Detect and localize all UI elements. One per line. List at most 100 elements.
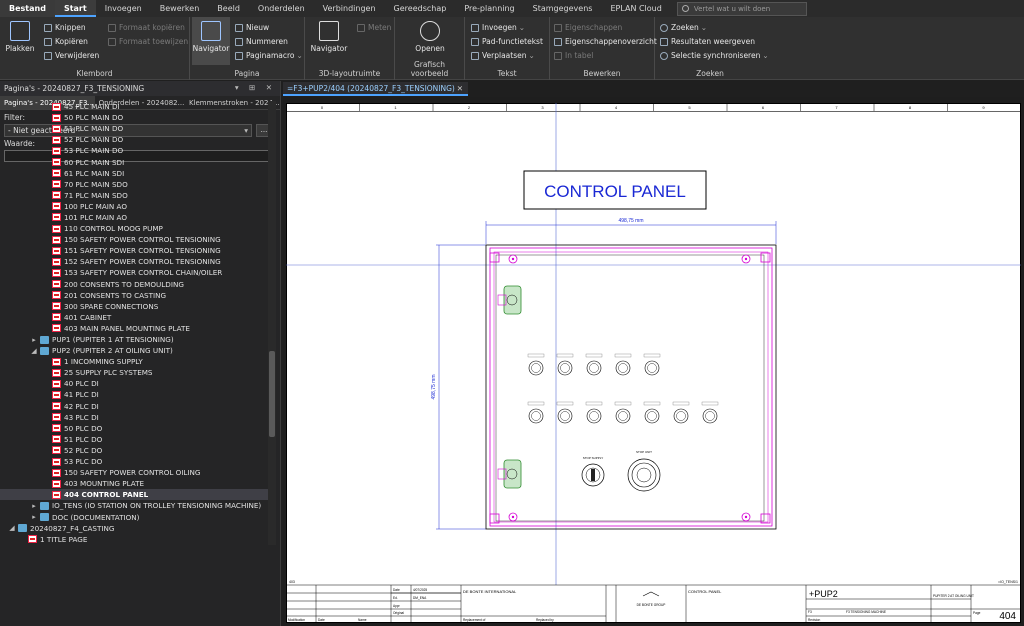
page-macro-button[interactable]: Paginamacro ⌄	[235, 51, 303, 60]
tree-page-item[interactable]: 201 CONSENTS TO CASTING	[0, 290, 268, 301]
tree-page-item[interactable]: 71 PLC MAIN SDO	[0, 190, 268, 201]
panel-controls[interactable]: ▾ ⊞ ✕	[235, 83, 276, 92]
schematic-page-icon	[52, 280, 61, 289]
tree-folder-item[interactable]: ▸ DOC (DOCUMENTATION)	[0, 511, 268, 522]
tree-page-item[interactable]: 43 PLC DI	[0, 412, 268, 423]
tree-scrollbar[interactable]	[268, 101, 276, 545]
page-macro-label: Paginamacro	[246, 51, 295, 60]
tree-page-item[interactable]: 101 PLC MAIN AO	[0, 212, 268, 223]
group-bewerken: Eigenschappen Eigenschappenoverzicht In …	[550, 17, 657, 80]
tree-folder-item[interactable]: ◢ 20240827_F4_CASTING	[0, 523, 268, 534]
in-table-button[interactable]: In tabel	[554, 51, 593, 60]
schematic-page-icon	[52, 435, 61, 444]
ruler-icon	[357, 23, 365, 32]
tree-page-item[interactable]: 52 PLC DO	[0, 445, 268, 456]
tree-page-item[interactable]: 53 PLC MAIN DO	[0, 145, 268, 156]
tree-page-item[interactable]: 404 CONTROL PANEL	[0, 489, 268, 501]
expand-icon[interactable]: ▸	[30, 513, 38, 521]
tree-page-item[interactable]: 51 PLC MAIN DO	[0, 123, 268, 134]
tree-page-item[interactable]: 153 SAFETY POWER CONTROL CHAIN/OILER	[0, 267, 268, 278]
sync-selection-button[interactable]: Selectie synchroniseren ⌄	[660, 51, 769, 60]
close-icon[interactable]: ✕	[457, 82, 463, 95]
tell-me-search[interactable]: Vertel wat u wilt doen	[676, 1, 807, 16]
tab-bewerken[interactable]: Bewerken	[151, 0, 209, 17]
3d-navigator-button[interactable]: Navigator	[309, 21, 349, 53]
insert-text-button[interactable]: Invoegen ⌄	[471, 23, 525, 32]
tree-page-item[interactable]: 401 CABINET	[0, 312, 268, 323]
new-page-button[interactable]: Nieuw	[235, 23, 269, 32]
tab-stamgegevens[interactable]: Stamgegevens	[524, 0, 602, 17]
tab-verbindingen[interactable]: Verbindingen	[314, 0, 385, 17]
group-tekst: Invoegen ⌄ Pad-functietekst Verplaatsen ⌄ …	[465, 17, 550, 80]
tree-page-item[interactable]: 52 PLC MAIN DO	[0, 134, 268, 145]
copy-button[interactable]: Kopiëren	[44, 37, 88, 46]
tree-page-item[interactable]: 200 CONSENTS TO DEMOULDING	[0, 279, 268, 290]
tab-bestand[interactable]: Bestand	[0, 0, 55, 17]
show-results-button[interactable]: Resultaten weergeven	[660, 37, 755, 46]
path-text-button[interactable]: Pad-functietekst	[471, 37, 543, 46]
open-preview-button[interactable]: Openen	[410, 21, 450, 53]
numbering-label: Nummeren	[246, 37, 288, 46]
tab-start[interactable]: Start	[54, 0, 96, 17]
search-button[interactable]: Zoeken ⌄	[660, 23, 707, 32]
tree-page-item[interactable]: 42 PLC DI	[0, 401, 268, 412]
collapse-icon[interactable]: ◢	[30, 347, 38, 355]
tree-page-item[interactable]: 40 PLC DI	[0, 378, 268, 389]
tree-page-item[interactable]: 150 SAFETY POWER CONTROL TENSIONING	[0, 234, 268, 245]
tree-page-item[interactable]: 41 PLC DI	[0, 389, 268, 400]
tab-beeld[interactable]: Beeld	[208, 0, 249, 17]
tree-page-item[interactable]: 1 TITLE PAGE	[0, 534, 268, 545]
expand-icon[interactable]: ▸	[30, 336, 38, 344]
tree-page-item[interactable]: 100 PLC MAIN AO	[0, 201, 268, 212]
tree-item-label: PUP1 (PUPITER 1 AT TENSIONING)	[52, 335, 174, 345]
tree-page-item[interactable]: 151 SAFETY POWER CONTROL TENSIONING	[0, 245, 268, 256]
tree-page-item[interactable]: 152 SAFETY POWER CONTROL TENSIONING	[0, 256, 268, 267]
tree-page-item[interactable]: 50 PLC MAIN DO	[0, 112, 268, 123]
tab-eplan-cloud[interactable]: EPLAN Cloud	[601, 0, 670, 17]
cut-button[interactable]: Knippen	[44, 23, 86, 32]
tree-page-item[interactable]: 53 PLC DO	[0, 456, 268, 467]
clipboard-icon	[10, 21, 30, 41]
properties-button[interactable]: Eigenschappen	[554, 23, 622, 32]
tab-invoegen[interactable]: Invoegen	[96, 0, 151, 17]
move-button[interactable]: Verplaatsen ⌄	[471, 51, 535, 60]
measure-button[interactable]: Meten	[357, 23, 391, 32]
numbering-button[interactable]: Nummeren	[235, 37, 288, 46]
tree-page-item[interactable]: 1 INCOMMING SUPPLY	[0, 356, 268, 367]
tree-page-item[interactable]: 50 PLC DO	[0, 423, 268, 434]
structure-folder-icon	[40, 346, 49, 355]
tree-page-item[interactable]: 70 PLC MAIN SDO	[0, 179, 268, 190]
properties-overview-button[interactable]: Eigenschappenoverzicht	[554, 37, 657, 46]
schematic-page-icon	[52, 490, 61, 499]
scrollbar-thumb[interactable]	[269, 351, 275, 437]
paste-button[interactable]: Plakken	[4, 21, 36, 53]
tree-page-item[interactable]: 403 MAIN PANEL MOUNTING PLATE	[0, 323, 268, 334]
delete-button[interactable]: Verwijderen	[44, 51, 99, 60]
collapse-icon[interactable]: ◢	[8, 524, 16, 532]
tree-folder-item[interactable]: ◢ PUP2 (PUPITER 2 AT OILING UNIT)	[0, 345, 268, 356]
cut-label: Knippen	[55, 23, 86, 32]
stop-unit-label: STOP UNIT	[636, 450, 652, 454]
copy-format-button[interactable]: Formaat kopiëren	[108, 23, 185, 32]
tree-page-item[interactable]: 150 SAFETY POWER CONTROL OILING	[0, 467, 268, 478]
tree-folder-item[interactable]: ▸ IO_TENS (IO STATION ON TROLLEY TENSIONI…	[0, 500, 268, 511]
tree-page-item[interactable]: 300 SPARE CONNECTIONS	[0, 301, 268, 312]
tab-onderdelen[interactable]: Onderdelen	[249, 0, 314, 17]
tree-page-item[interactable]: 60 PLC MAIN SDI	[0, 156, 268, 167]
numbering-icon	[235, 37, 243, 46]
tree-page-item[interactable]: 110 CONTROL MOOG PUMP	[0, 223, 268, 234]
tab-pre-planning[interactable]: Pre-planning	[455, 0, 523, 17]
tab-gereedschap[interactable]: Gereedschap	[385, 0, 456, 17]
tree-page-item[interactable]: 403 MOUNTING PLATE	[0, 478, 268, 489]
tree-page-item[interactable]: 51 PLC DO	[0, 434, 268, 445]
page-navigator-button[interactable]: Navigator	[192, 17, 230, 65]
document-tab[interactable]: =F3+PUP2/404 (20240827_F3_TENSIONING) ✕	[283, 82, 468, 96]
drawing-canvas[interactable]: 0 1 2 3 4 5 6 7 8 9 CONTROL PANEL 498,75 mm 498,7…	[283, 97, 1024, 626]
tree-page-item[interactable]: 45 PLC MAIN DI	[0, 101, 268, 112]
tree-folder-item[interactable]: ▸ PUP1 (PUPITER 1 AT TENSIONING)	[0, 334, 268, 345]
expand-icon[interactable]: ▸	[30, 502, 38, 510]
schematic-page-icon	[52, 213, 61, 222]
tree-page-item[interactable]: 61 PLC MAIN SDI	[0, 168, 268, 179]
assign-format-button[interactable]: Formaat toewijzen	[108, 37, 188, 46]
tree-page-item[interactable]: 25 SUPPLY PLC SYSTEMS	[0, 367, 268, 378]
